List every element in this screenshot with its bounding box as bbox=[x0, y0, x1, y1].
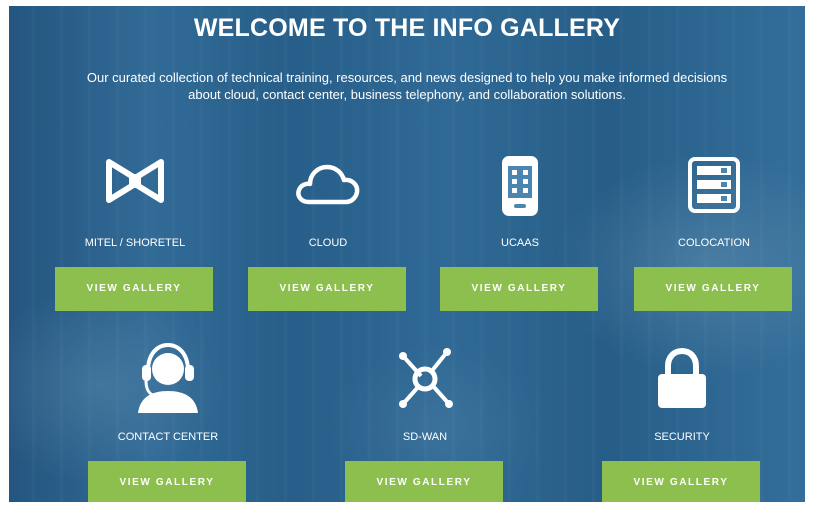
view-gallery-button-contact-center[interactable]: VIEW GALLERY bbox=[88, 461, 246, 502]
view-gallery-button-sd-wan[interactable]: VIEW GALLERY bbox=[345, 461, 503, 502]
phone-icon bbox=[502, 156, 538, 216]
gallery-label: CLOUD bbox=[308, 237, 348, 249]
gallery-label: COLOCATION bbox=[678, 237, 750, 249]
page-title: WELCOME TO THE INFO GALLERY bbox=[193, 14, 621, 42]
subtitle-line-1: Our curated collection of technical trai… bbox=[86, 70, 728, 85]
hero-section: WELCOME TO THE INFO GALLERY Our curated … bbox=[9, 6, 805, 502]
view-gallery-button-mitel[interactable]: VIEW GALLERY bbox=[55, 267, 213, 311]
view-gallery-button-colocation[interactable]: VIEW GALLERY bbox=[634, 267, 792, 311]
gallery-label: CONTACT CENTER bbox=[117, 431, 219, 443]
view-gallery-button-ucaas[interactable]: VIEW GALLERY bbox=[440, 267, 598, 311]
gallery-label: SECURITY bbox=[654, 431, 710, 443]
server-icon bbox=[688, 157, 740, 213]
view-gallery-button-cloud[interactable]: VIEW GALLERY bbox=[248, 267, 406, 311]
view-gallery-button-security[interactable]: VIEW GALLERY bbox=[602, 461, 760, 502]
subtitle-line-2: about cloud, contact center, business te… bbox=[188, 87, 626, 102]
lock-icon bbox=[658, 348, 706, 408]
cloud-icon bbox=[296, 164, 360, 205]
network-hub-icon bbox=[399, 348, 453, 408]
mitel-logo-icon bbox=[106, 159, 164, 203]
gallery-label: UCAAS bbox=[501, 237, 539, 249]
page-subtitle: Our curated collection of technical trai… bbox=[49, 69, 765, 103]
headset-agent-icon bbox=[138, 342, 198, 413]
gallery-label: SD-WAN bbox=[402, 431, 448, 443]
gallery-label: MITEL / SHORETEL bbox=[84, 237, 186, 249]
